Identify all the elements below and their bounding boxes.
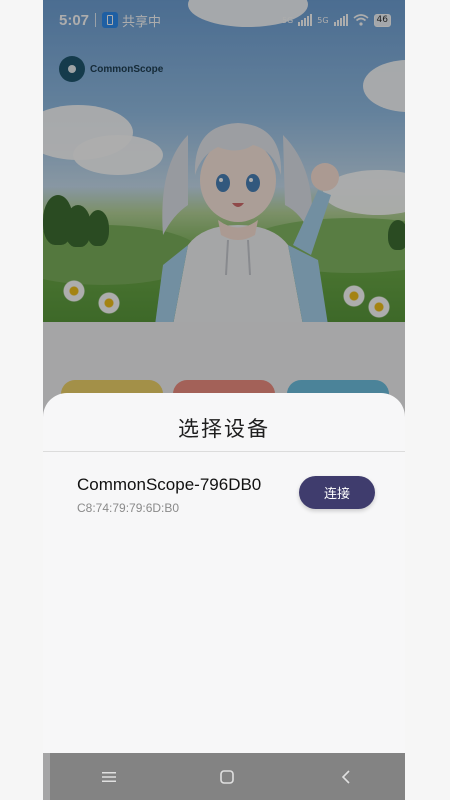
home-button[interactable]	[207, 757, 247, 797]
connect-button[interactable]: 连接	[299, 476, 375, 509]
menu-icon	[102, 771, 117, 782]
system-navigation-bar	[50, 753, 405, 800]
device-mac-address: C8:74:79:79:6D:B0	[77, 501, 180, 515]
divider	[43, 451, 405, 452]
menu-button[interactable]	[89, 757, 129, 797]
back-icon	[341, 769, 350, 784]
sheet-title: 选择设备	[178, 417, 270, 441]
back-button[interactable]	[326, 757, 366, 797]
device-name: CommonScope-796DB0	[77, 475, 262, 494]
app-screen: CommonScope 5:07 共享中 5G 5G 46 选择设备 Commo…	[43, 0, 405, 800]
device-picker-sheet: 选择设备 CommonScope-796DB0 C8:74:79:79:6D:B…	[43, 393, 405, 753]
home-icon	[220, 769, 235, 784]
